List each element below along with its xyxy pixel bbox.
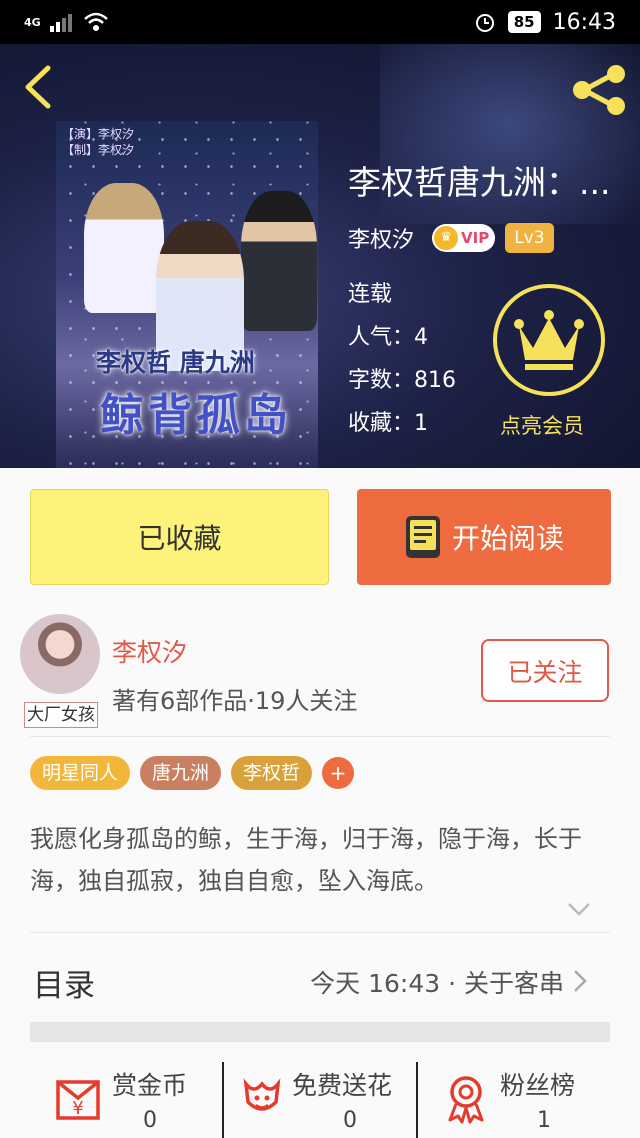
favorites-count: 收藏：1 [348,411,428,436]
member-label[interactable]: 点亮会员 [500,410,584,440]
vip-crown-icon: ♛ [434,226,459,250]
book-title: 李权哲唐九洲：... [348,163,611,202]
back-icon[interactable] [18,64,64,110]
clock: 16:43 [552,9,616,35]
divider [30,736,610,737]
tag-list: 明星同人 唐九洲 李权哲 + [30,756,355,790]
status-left: 4G [24,8,109,36]
cover-subtitle: 李权哲 唐九洲 [96,348,255,377]
battery-indicator: 85 [507,11,541,33]
stat-divider [222,1062,224,1138]
wifi-icon [83,12,108,31]
follow-button[interactable]: 已关注 [481,639,609,702]
author-avatar[interactable] [20,614,100,694]
alarm-icon [475,14,494,32]
book-header: 【演】李权汐 【制】李权汐 李权哲 唐九洲 鲸背孤岛 李权哲唐九洲：... 李权… [0,44,640,468]
cover-figure-right [241,191,317,331]
chevron-down-icon[interactable] [566,900,592,918]
tag-chip[interactable]: 明星同人 [30,756,131,790]
signal-icon [49,14,72,32]
member-button[interactable] [493,284,605,396]
cover-credit-1: 【演】李权汐 [62,127,135,141]
level-badge: Lv3 [505,223,554,253]
chevron-right-icon [574,970,587,992]
divider [30,932,610,933]
start-reading-button[interactable]: 开始阅读 [357,489,611,585]
tag-chip[interactable]: 唐九洲 [140,756,222,790]
crown-icon [514,310,584,370]
tag-chip[interactable]: 李权哲 [231,756,313,790]
popularity-count: 人气：4 [348,325,428,350]
stat-divider [416,1062,418,1138]
word-count: 字数：816 [348,368,456,393]
reward-coins-value: 0 [143,1108,157,1133]
svg-text:¥: ¥ [72,1098,83,1119]
cover-figure-left [84,183,164,313]
start-reading-label: 开始阅读 [451,522,564,555]
network-label: 4G [24,15,41,29]
cover-title: 鲸背孤岛 [100,390,292,441]
vip-badge: ♛ VIP [432,224,496,252]
reward-coins-label: 赏金币 [112,1071,188,1100]
share-icon[interactable] [570,64,628,116]
toc-row[interactable]: 目录 今天 16:43 · 关于客串 [0,946,640,1016]
status-bar: 4G 85 16:43 [0,0,640,44]
author-stats: 著有6部作品·19人关注 [112,687,358,715]
avatar-tag: 大厂女孩 [24,702,98,728]
send-flower-button[interactable]: 免费送花 0 [236,1062,412,1138]
reward-coins-button[interactable]: ¥ 赏金币 0 [52,1062,212,1138]
author-row: 李权汐 ♛ VIP Lv3 [348,222,554,254]
send-flower-label: 免费送花 [292,1071,393,1100]
serial-status: 连载 [348,282,393,307]
collected-button[interactable]: 已收藏 [30,489,329,585]
add-tag-button[interactable]: + [322,757,355,789]
fan-ranking-button[interactable]: 粉丝榜 1 [440,1062,600,1138]
flower-icon [243,1078,281,1111]
send-flower-value: 0 [343,1108,357,1133]
fan-ranking-value: 1 [537,1108,551,1133]
book-author[interactable]: 李权汐 [348,222,414,254]
cover-credit-2: 【制】李权汐 [62,143,135,157]
gift-coin-icon: ¥ [56,1080,100,1120]
author-name[interactable]: 李权汐 [112,633,187,669]
book-cover[interactable]: 【演】李权汐 【制】李权汐 李权哲 唐九洲 鲸背孤岛 [56,121,318,468]
status-right: 85 16:43 [474,6,616,38]
medal-icon [448,1076,484,1124]
fan-ranking-label: 粉丝榜 [500,1071,576,1100]
toc-label: 目录 [33,968,95,1004]
book-icon [405,516,440,558]
book-description[interactable]: 我愿化身孤岛的鲸，生于海，归于海，隐于海，长于海，独自孤寂，独自自愈，坠入海底。 [30,818,602,902]
toc-latest-chapter: 今天 16:43 · 关于客串 [310,969,564,998]
section-separator [30,1022,610,1042]
vip-label: VIP [461,229,490,247]
